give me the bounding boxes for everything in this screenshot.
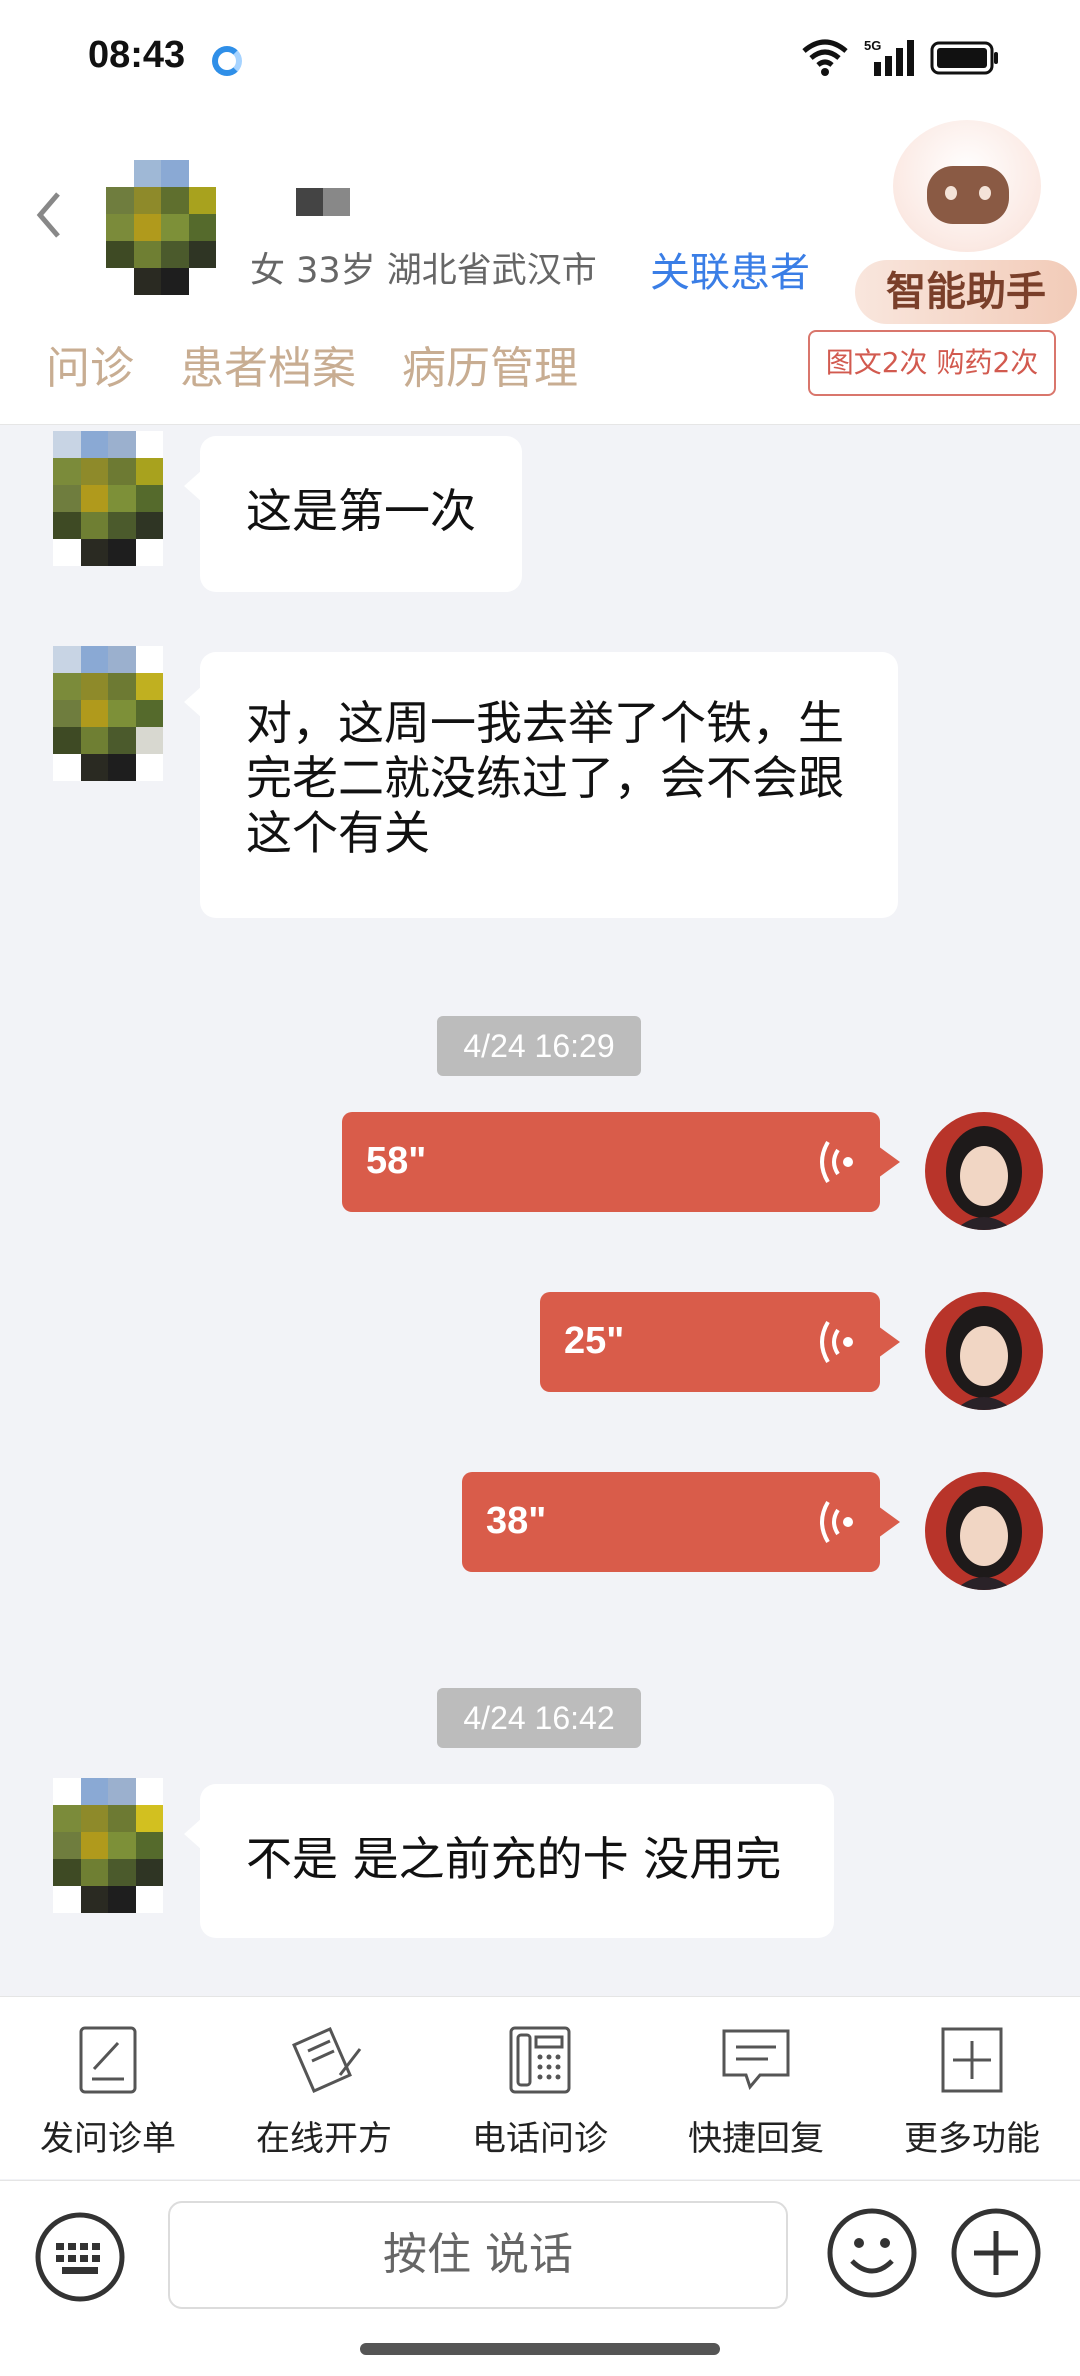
timestamp: 4/24 16:29	[437, 1016, 641, 1076]
patient-avatar[interactable]	[53, 431, 163, 566]
input-bar: 按住 说话	[0, 2180, 1080, 2376]
online-prescription-button[interactable]: 在线开方	[224, 2025, 424, 2160]
status-time: 08:43	[88, 34, 186, 76]
tool-label: 电话问诊	[472, 2119, 608, 2159]
doctor-avatar[interactable]	[925, 1292, 1043, 1410]
home-indicator	[360, 2343, 720, 2355]
timestamp: 4/24 16:42	[437, 1688, 641, 1748]
header-tabs: 问诊 患者档案 病历管理	[46, 332, 578, 396]
voice-duration: 25"	[564, 1320, 625, 1362]
telephone-icon	[509, 2026, 571, 2094]
function-toolbar: 发问诊单 在线开方 电话问诊 快捷回复 更多功能	[0, 1996, 1080, 2179]
patient-avatar[interactable]	[53, 1778, 163, 1913]
chat-bubble-icon	[722, 2029, 790, 2091]
back-icon[interactable]	[34, 190, 64, 240]
doctor-avatar[interactable]	[925, 1112, 1043, 1230]
patient-avatar[interactable]	[106, 160, 216, 295]
chat-header: 女 33岁 湖北省武汉市 关联患者 智能助手 问诊 患者档案 病历管理 图文2次…	[0, 120, 1080, 425]
voice-wave-icon	[814, 1316, 860, 1372]
prescription-icon	[292, 2027, 362, 2093]
tab-patient-records[interactable]: 患者档案	[180, 332, 356, 396]
service-count-badge[interactable]: 图文2次 购药2次	[808, 330, 1056, 396]
voice-message[interactable]: 38"	[462, 1472, 900, 1572]
quick-reply-button[interactable]: 快捷回复	[656, 2025, 856, 2160]
message-line: 完老二就没练过了，会不会跟	[246, 751, 844, 805]
voice-wave-icon	[814, 1136, 860, 1192]
tool-label: 在线开方	[256, 2119, 392, 2159]
tool-label: 快捷回复	[688, 2119, 824, 2159]
wifi-icon	[800, 39, 850, 77]
voice-message[interactable]: 25"	[540, 1292, 900, 1392]
assistant-label: 智能助手	[855, 260, 1077, 324]
keyboard-icon[interactable]	[34, 2211, 126, 2307]
chat-area[interactable]: 这是第一次 对，这周一我去举了个铁，生 完老二就没练过了，会不会跟 这个有关 4…	[0, 426, 1080, 1996]
doctor-avatar[interactable]	[925, 1472, 1043, 1590]
add-icon[interactable]	[950, 2207, 1042, 2303]
tab-consultation[interactable]: 问诊	[46, 332, 134, 396]
message-bubble[interactable]: 这是第一次	[184, 436, 522, 592]
patient-avatar[interactable]	[53, 646, 163, 781]
smart-assistant-button[interactable]: 智能助手	[855, 120, 1080, 330]
app-notification-icon	[212, 46, 242, 76]
tool-label: 发问诊单	[40, 2119, 176, 2159]
message-bubble[interactable]: 对，这周一我去举了个铁，生 完老二就没练过了，会不会跟 这个有关	[184, 652, 898, 918]
plus-square-icon	[941, 2027, 1003, 2093]
send-questionnaire-button[interactable]: 发问诊单	[8, 2025, 208, 2160]
status-icons: 5G	[800, 38, 1000, 78]
voice-message[interactable]: 58"	[342, 1112, 900, 1212]
cellular-signal-icon: 5G	[864, 38, 916, 78]
voice-duration: 38"	[486, 1500, 547, 1542]
phone-consultation-button[interactable]: 电话问诊	[440, 2025, 640, 2160]
svg-text:5G: 5G	[864, 38, 881, 53]
voice-wave-icon	[814, 1496, 860, 1552]
more-functions-button[interactable]: 更多功能	[872, 2025, 1072, 2160]
emoji-icon[interactable]	[826, 2207, 918, 2303]
tab-medical-history[interactable]: 病历管理	[402, 332, 578, 396]
status-bar: 08:43 5G	[0, 0, 1080, 120]
hold-to-talk-button[interactable]: 按住 说话	[168, 2201, 788, 2309]
patient-info: 女 33岁 湖北省武汉市	[250, 251, 597, 291]
tool-label: 更多功能	[904, 2119, 1040, 2159]
voice-duration: 58"	[366, 1140, 427, 1182]
battery-icon	[930, 40, 1000, 76]
form-edit-icon	[79, 2026, 137, 2094]
message-line: 对，这周一我去举了个铁，生	[246, 696, 844, 750]
message-line: 这个有关	[246, 806, 430, 860]
assistant-robot-icon	[893, 120, 1041, 252]
link-patient-button[interactable]: 关联患者	[650, 240, 810, 298]
patient-name-masked	[296, 188, 350, 216]
message-bubble[interactable]: 不是 是之前充的卡 没用完	[184, 1784, 834, 1938]
